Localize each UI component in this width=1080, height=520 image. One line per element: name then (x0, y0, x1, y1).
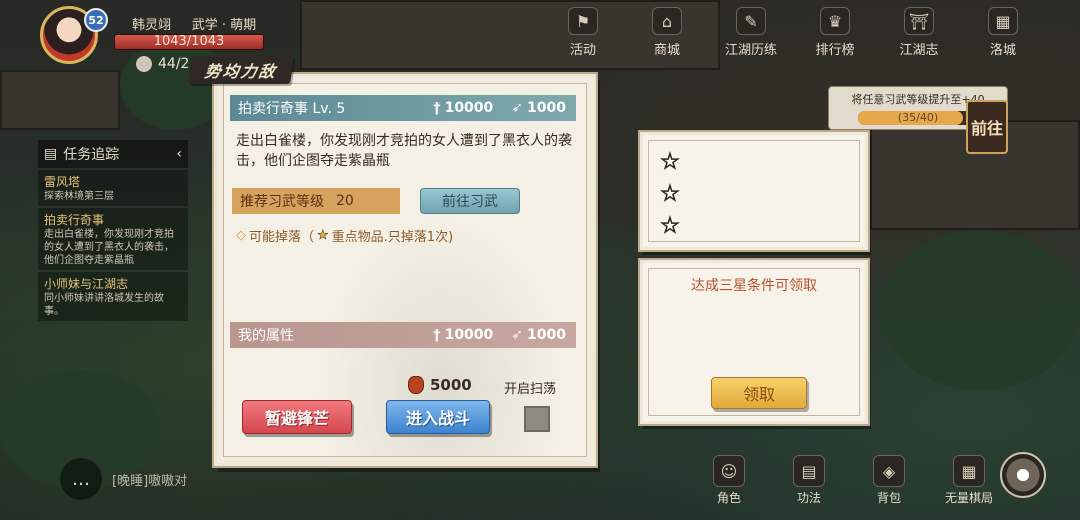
entry-cost: 5000 (408, 376, 472, 394)
chevron-left-icon[interactable]: ‹ (176, 146, 182, 162)
bag-icon: ◈ (873, 455, 905, 487)
quest-tracker: ▤ 任务追踪 ‹ 雷风塔 探索林境第三层 拍卖行奇事 走出白雀楼，你发现刚才竞拍… (38, 140, 188, 321)
quest-item[interactable]: 小师妹与江湖志 同小师妹讲讲洛城发生的故事。 (38, 272, 188, 321)
nav-shop[interactable]: ⌂ 商城 (630, 0, 704, 64)
stamina-text: 44/2 (158, 56, 190, 72)
city-gate-icon: ▦ (988, 7, 1018, 35)
my-stats-bar: 我的属性 † 10000 ➶ 1000 (230, 322, 576, 348)
nav-jianghu-training[interactable]: ✎ 江湖历练 (714, 0, 788, 64)
top-nav: ⚑ 活动 ⌂ 商城 ✎ 江湖历练 ♛ 排行榜 ⛩ 江湖志 ▦ 洛城 (546, 0, 1040, 66)
sweep-checkbox[interactable] (524, 406, 550, 432)
nav-character[interactable]: ☺ 角色 (700, 455, 758, 506)
difficulty-tag: 势均力敌 (188, 56, 294, 84)
stage-title: 拍卖行奇事 Lv. 5 (238, 101, 346, 117)
reward-condition: 达成三星条件可领取 (691, 278, 817, 294)
possible-drops: ◇ 可能掉落（ ★ 重点物品.只掉落1次) (236, 228, 454, 245)
star-icon: ★ (317, 228, 329, 244)
player-name: 韩灵翊 (132, 18, 172, 33)
star-outline-icon: ★ (660, 212, 679, 238)
my-attack: 10000 (444, 327, 494, 343)
pot-icon (408, 376, 424, 394)
nav-backpack[interactable]: ◈ 背包 (860, 455, 918, 506)
enemy-speed: 1000 (527, 100, 566, 116)
sword-icon: † (433, 99, 441, 117)
stamina-icon (136, 56, 152, 72)
my-speed: 1000 (527, 327, 566, 343)
chat-bar[interactable]: … [晚睡]嗷嗷对 (60, 458, 187, 500)
stage-title-bar: 拍卖行奇事 Lv. 5 † 10000 ➶ 1000 (230, 95, 576, 121)
recommended-level: 推荐习武等级 20 (232, 188, 400, 214)
hp-bar: 1043/1043 (114, 34, 264, 50)
quest-item[interactable]: 雷风塔 探索林境第三层 (38, 170, 188, 206)
hp-text: 1043/1043 (153, 34, 225, 49)
chat-bubble-icon[interactable]: … (60, 458, 102, 500)
trophy-icon: ♛ (820, 7, 850, 35)
nav-leaderboard[interactable]: ♛ 排行榜 (798, 0, 872, 64)
claim-button[interactable]: 领取 (711, 377, 807, 409)
nav-skills[interactable]: ▤ 功法 (780, 455, 838, 506)
pavilion-icon: ⛩ (904, 7, 934, 35)
nav-luo-city[interactable]: ▦ 洛城 (966, 0, 1040, 64)
sword-icon: † (433, 326, 441, 344)
player-title: 武学 · 萌期 (191, 18, 257, 33)
character-icon: ☺ (713, 455, 745, 487)
shop-icon: ⌂ (652, 7, 682, 35)
reward-panel: 达成三星条件可领取 领取 (640, 260, 868, 424)
sweep-label: 开启扫荡 (504, 382, 557, 397)
quest-tracker-header[interactable]: ▤ 任务追踪 ‹ (38, 140, 188, 168)
scroll-icon: ▤ (44, 146, 58, 162)
nav-activity[interactable]: ⚑ 活动 (546, 0, 620, 64)
quest-item[interactable]: 拍卖行奇事 走出白雀楼，你发现刚才竞拍的女人遭到了黑衣人的袭击，他们企图夺走紫晶… (38, 208, 188, 270)
nav-chess[interactable]: ▦ 无量棋局 (940, 455, 998, 506)
chessboard-icon: ▦ (953, 455, 985, 487)
objective-progress-bar: (35/40) (858, 111, 978, 125)
scroll-icon: ✎ (736, 7, 766, 35)
retreat-button[interactable]: 暂避锋芒 (242, 400, 352, 434)
star-outline-icon: ★ (660, 148, 679, 174)
star-conditions-panel: ★ ★ ★ (640, 132, 868, 250)
boot-icon: ➶ (511, 100, 524, 116)
flag-icon: ⚑ (568, 7, 598, 35)
objective-go-button[interactable]: 前往 (966, 100, 1008, 154)
boot-icon: ➶ (511, 327, 524, 343)
stage-description: 走出白雀楼，你发现刚才竞拍的女人遭到了黑衣人的袭击，他们企图夺走紫晶瓶 (236, 133, 572, 169)
book-icon: ▤ (793, 455, 825, 487)
nav-jianghu-records[interactable]: ⛩ 江湖志 (882, 0, 956, 64)
player-level-badge: 52 (84, 8, 108, 32)
goto-training-button[interactable]: 前往习武 (420, 188, 520, 214)
enter-battle-button[interactable]: 进入战斗 (386, 400, 490, 434)
bottom-nav: ☺ 角色 ▤ 功法 ◈ 背包 ▦ 无量棋局 (700, 455, 998, 506)
enemy-attack: 10000 (444, 100, 494, 116)
chat-message: [晚睡]嗷嗷对 (112, 473, 188, 489)
diamond-icon: ◇ (236, 228, 246, 243)
main-menu-swirl-icon[interactable] (1000, 452, 1046, 498)
star-outline-icon: ★ (660, 180, 679, 206)
